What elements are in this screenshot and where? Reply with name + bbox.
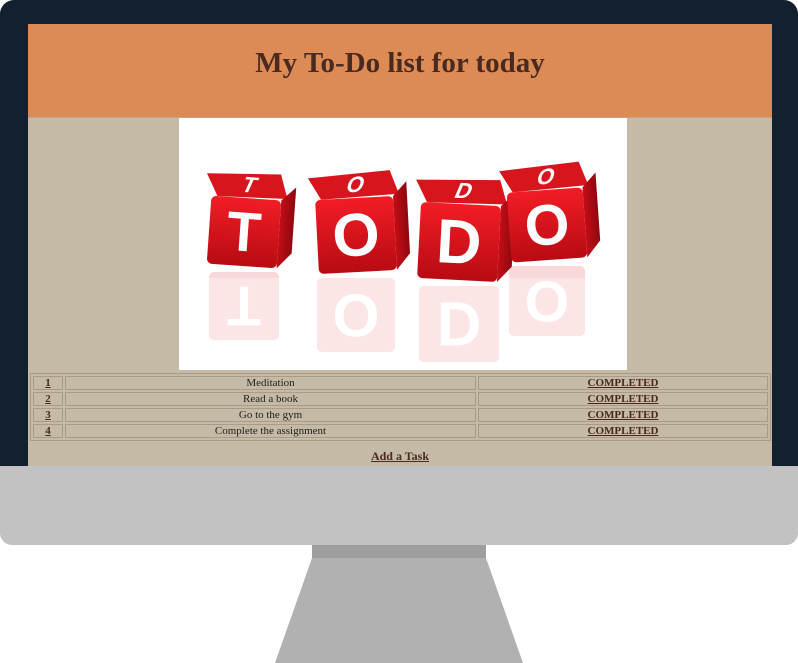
todo-cubes-image: ODOTTTOODDOO <box>179 161 627 370</box>
task-number-link[interactable]: 3 <box>45 409 51 421</box>
todo-cube-o-2: OO <box>307 170 411 274</box>
task-number-cell: 1 <box>33 376 63 390</box>
monitor-chin <box>0 466 798 545</box>
task-number-link[interactable]: 4 <box>45 425 51 437</box>
task-name-cell: Complete the assignment <box>65 424 476 438</box>
browser-screen: My To-Do list for today ODOTTTOODDOO 1 M… <box>28 24 772 467</box>
svg-text:O: O <box>331 200 382 270</box>
task-status-link[interactable]: COMPLETED <box>588 425 659 437</box>
add-task-area: Add a Task <box>28 449 772 464</box>
page-header: My To-Do list for today <box>28 24 772 118</box>
task-number-cell: 4 <box>33 424 63 438</box>
task-status-link[interactable]: COMPLETED <box>588 409 659 421</box>
page-title: My To-Do list for today <box>255 47 545 79</box>
add-task-link[interactable]: Add a Task <box>371 449 429 463</box>
reflection-fade <box>179 278 627 370</box>
task-row: 2 Read a book COMPLETED <box>33 392 768 406</box>
task-number-cell: 3 <box>33 408 63 422</box>
task-number-cell: 2 <box>33 392 63 406</box>
task-status-cell: COMPLETED <box>478 408 768 422</box>
task-number-link[interactable]: 2 <box>45 393 51 405</box>
task-name-cell: Read a book <box>65 392 476 406</box>
task-status-cell: COMPLETED <box>478 376 768 390</box>
todo-cube-o-4: OO <box>499 161 601 263</box>
monitor-stand <box>275 558 523 663</box>
svg-text:O: O <box>523 192 572 259</box>
task-row: 1 Meditation COMPLETED <box>33 376 768 390</box>
task-status-link[interactable]: COMPLETED <box>588 377 659 389</box>
stand-neck-shadow <box>312 545 486 558</box>
task-row: 4 Complete the assignment COMPLETED <box>33 424 768 438</box>
task-number-link[interactable]: 1 <box>45 377 51 389</box>
task-status-link[interactable]: COMPLETED <box>588 393 659 405</box>
task-status-cell: COMPLETED <box>478 424 768 438</box>
task-name-cell: Go to the gym <box>65 408 476 422</box>
todo-cubes: ODOTTTOODDOO <box>179 161 627 370</box>
task-row: 3 Go to the gym COMPLETED <box>33 408 768 422</box>
task-status-cell: COMPLETED <box>478 392 768 406</box>
todo-cube-t-1: TT <box>207 172 297 269</box>
svg-text:T: T <box>225 200 263 264</box>
todo-cube-d-3: DD <box>416 178 516 283</box>
task-name-cell: Meditation <box>65 376 476 390</box>
todo-banner-image: ODOTTTOODDOO <box>179 118 627 370</box>
task-table: 1 Meditation COMPLETED 2 Read a book COMPLETE… <box>30 373 771 441</box>
svg-text:D: D <box>435 207 484 278</box>
